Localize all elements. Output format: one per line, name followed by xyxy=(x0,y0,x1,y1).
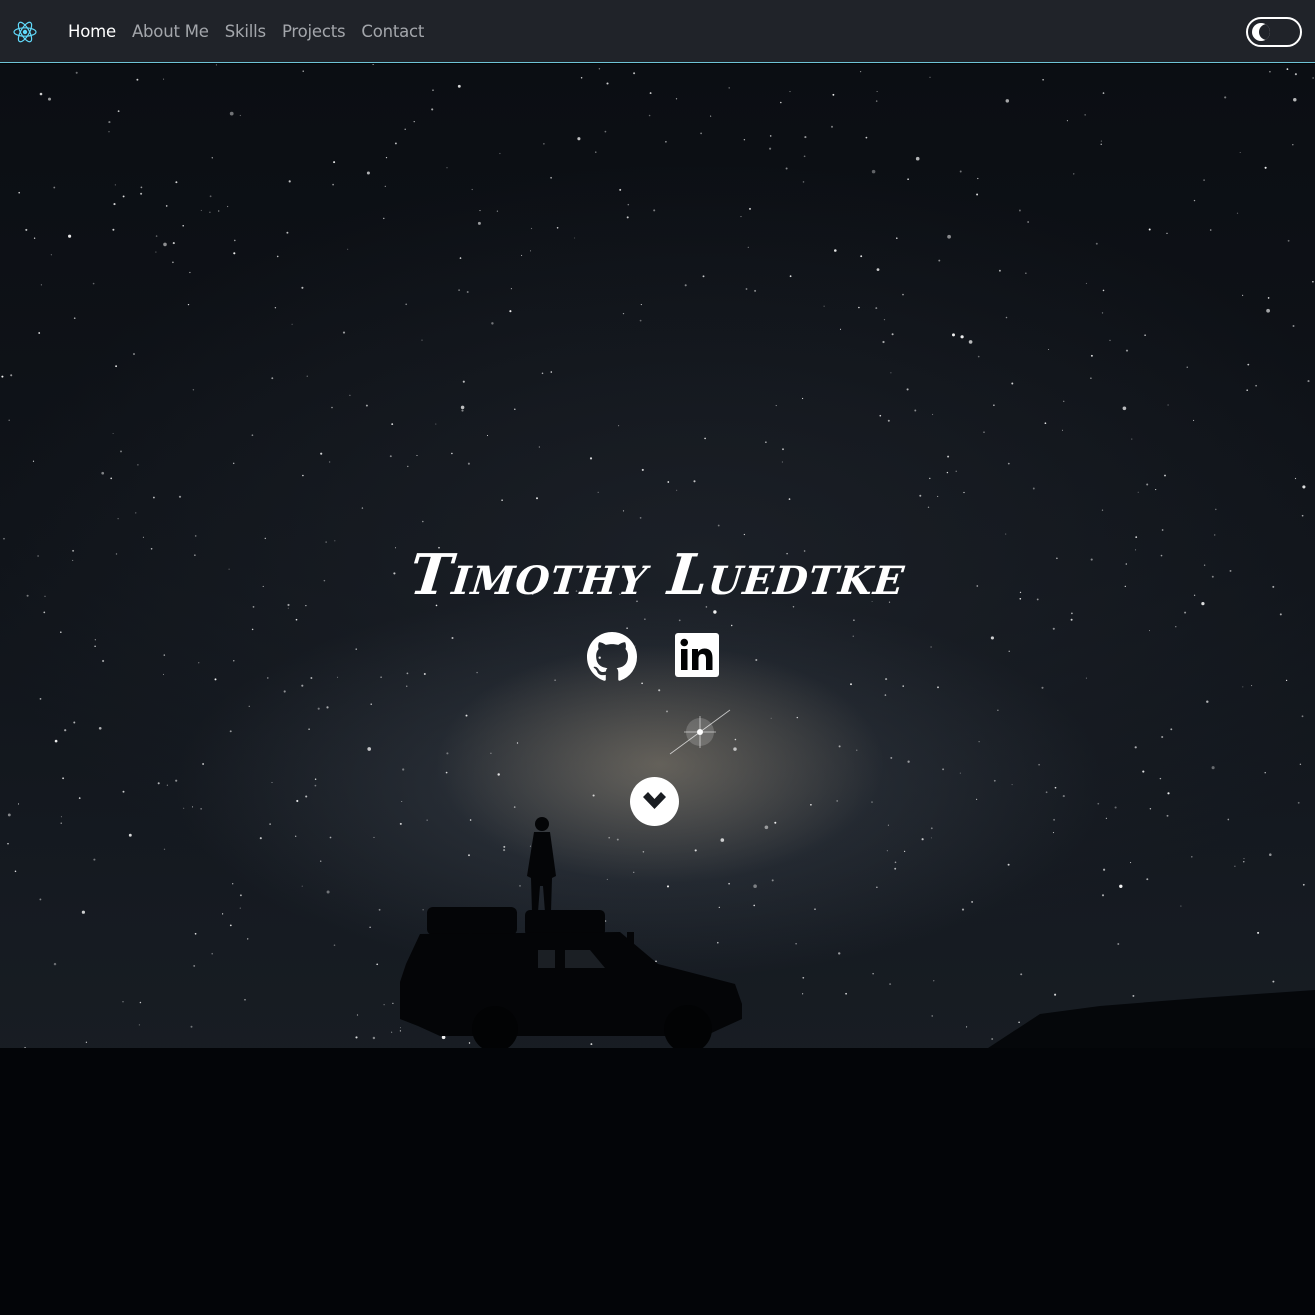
nav-links: Home About Me Skills Projects Contact xyxy=(60,0,432,63)
nav-link-skills[interactable]: Skills xyxy=(217,22,274,41)
hero-name: Timothy Luedtke xyxy=(406,542,909,608)
hero-section: Timothy Luedtke xyxy=(0,64,1315,1315)
scroll-down-button[interactable] xyxy=(630,777,679,826)
moon-icon xyxy=(1252,22,1270,41)
dark-mode-toggle[interactable] xyxy=(1246,17,1302,47)
navbar: Home About Me Skills Projects Contact xyxy=(0,0,1315,63)
github-icon[interactable] xyxy=(587,632,637,682)
linkedin-icon[interactable] xyxy=(674,632,724,682)
nav-link-home[interactable]: Home xyxy=(60,22,124,41)
nav-link-about-me[interactable]: About Me xyxy=(124,22,217,41)
nav-link-projects[interactable]: Projects xyxy=(274,22,353,41)
chevron-down-icon xyxy=(643,792,666,809)
react-atom-icon[interactable] xyxy=(12,20,38,44)
nav-link-contact[interactable]: Contact xyxy=(353,22,432,41)
ground xyxy=(0,1048,1315,1315)
